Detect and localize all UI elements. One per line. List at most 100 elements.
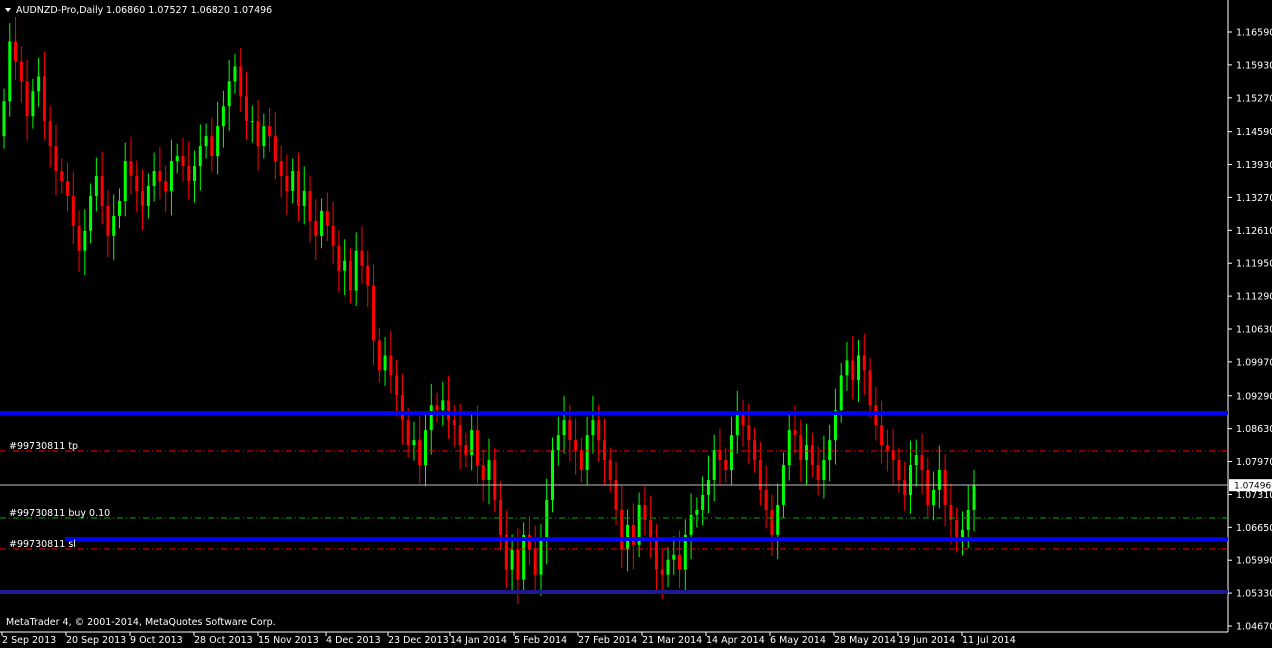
candle-body	[198, 146, 202, 167]
candle-body	[724, 460, 728, 471]
price-tick-label: 1.07970	[1236, 457, 1272, 468]
time-tick-label: 28 May 2014	[834, 635, 896, 646]
candle-body	[885, 445, 889, 451]
candle-body	[152, 171, 156, 186]
chart-background	[0, 0, 1272, 648]
candle-body	[279, 161, 283, 177]
price-tick-label: 1.13270	[1236, 193, 1272, 204]
candle-body	[383, 355, 387, 371]
candle-body	[787, 430, 791, 466]
time-tick-label: 4 Dec 2013	[326, 635, 381, 646]
candle-body	[868, 370, 872, 406]
order-buy-label: #99730811 buy 0.10	[9, 508, 110, 519]
candle-body	[481, 465, 485, 480]
candle-body	[602, 440, 606, 461]
candle-body	[452, 420, 456, 426]
time-tick-label: 9 Oct 2013	[130, 635, 183, 646]
price-tick-label: 1.12610	[1236, 226, 1272, 237]
time-tick-label: 15 Nov 2013	[258, 635, 319, 646]
candle-body	[141, 190, 145, 206]
candle-body	[706, 479, 710, 495]
candle-body	[857, 355, 861, 381]
candle-body	[308, 190, 312, 221]
candle-body	[614, 479, 618, 510]
candle-body	[914, 455, 918, 466]
time-tick-label: 5 Feb 2014	[514, 635, 567, 646]
candle-body	[354, 250, 358, 291]
candle-body	[343, 260, 347, 271]
price-tick-label: 1.13930	[1236, 160, 1272, 171]
candle-body	[123, 161, 127, 201]
candle-body	[643, 504, 647, 520]
candle-body	[874, 405, 878, 426]
candle-body	[325, 210, 329, 226]
candle-body	[943, 470, 947, 505]
candle-body	[233, 66, 237, 82]
candle-body	[412, 440, 416, 446]
price-chart[interactable]: 1.16590 1.15930 1.15270 1.14590 1.13930 1.132…	[0, 0, 1272, 648]
candle-body	[764, 489, 768, 510]
candle-body	[320, 210, 324, 236]
candle-body	[551, 450, 555, 500]
candle-body	[493, 460, 497, 500]
candle-body	[129, 161, 133, 177]
price-tick-label: 1.08630	[1236, 424, 1272, 435]
candle-body	[579, 450, 583, 471]
candle-body	[908, 465, 912, 495]
candle-body	[221, 106, 225, 127]
candle-body	[475, 430, 479, 466]
candle-body	[48, 121, 52, 147]
candle-body	[735, 415, 739, 436]
current-price-label: 1.07496	[1234, 482, 1271, 492]
candle-body	[418, 440, 422, 466]
candle-body	[730, 435, 733, 471]
candle-body	[389, 355, 393, 376]
candle-body	[816, 465, 820, 480]
candle-body	[441, 400, 445, 411]
candle-body	[400, 395, 404, 421]
candle-body	[406, 420, 410, 446]
price-tick-label: 1.16590	[1236, 28, 1272, 39]
candle-body	[966, 509, 970, 530]
candle-body	[204, 136, 208, 147]
candle-body	[268, 126, 272, 137]
candle-body	[741, 415, 745, 426]
candle-body	[169, 161, 173, 191]
candle-body	[296, 171, 300, 206]
candle-body	[164, 180, 168, 191]
copyright-text: MetaTrader 4, © 2001-2014, MetaQuotes So…	[6, 617, 276, 628]
price-tick-label: 1.11290	[1236, 292, 1272, 303]
candle-body	[193, 166, 197, 181]
time-tick-label: 28 Oct 2013	[194, 635, 253, 646]
candle-body	[245, 96, 248, 122]
candle-body	[2, 101, 6, 137]
candle-body	[464, 445, 468, 456]
candle-body	[175, 156, 179, 162]
candle-body	[158, 171, 162, 181]
candle-body	[37, 76, 41, 92]
candle-body	[510, 549, 514, 570]
candle-body	[256, 121, 260, 147]
candle-body	[42, 76, 46, 122]
candle-body	[805, 445, 809, 461]
chart-title: AUDNZD-Pro,Daily	[16, 5, 104, 16]
price-tick-label: 1.04670	[1236, 622, 1272, 633]
price-tick-label: 1.09970	[1236, 357, 1272, 368]
candle-body	[955, 519, 959, 540]
order-tp-label: #99730811 tp	[9, 441, 78, 452]
candle-body	[239, 66, 243, 97]
candle-body	[210, 136, 214, 157]
candle-body	[568, 420, 572, 441]
candle-body	[31, 91, 35, 117]
candle-body	[810, 445, 814, 466]
candle-body	[851, 360, 855, 381]
candle-body	[770, 509, 774, 535]
time-tick-label: 20 Sep 2013	[66, 635, 126, 646]
candle-body	[920, 455, 924, 471]
candle-body	[458, 425, 462, 446]
candle-body	[845, 360, 849, 376]
candle-body	[117, 200, 121, 216]
candle-body	[556, 435, 560, 451]
candle-body	[135, 176, 139, 191]
candle-body	[903, 479, 907, 495]
